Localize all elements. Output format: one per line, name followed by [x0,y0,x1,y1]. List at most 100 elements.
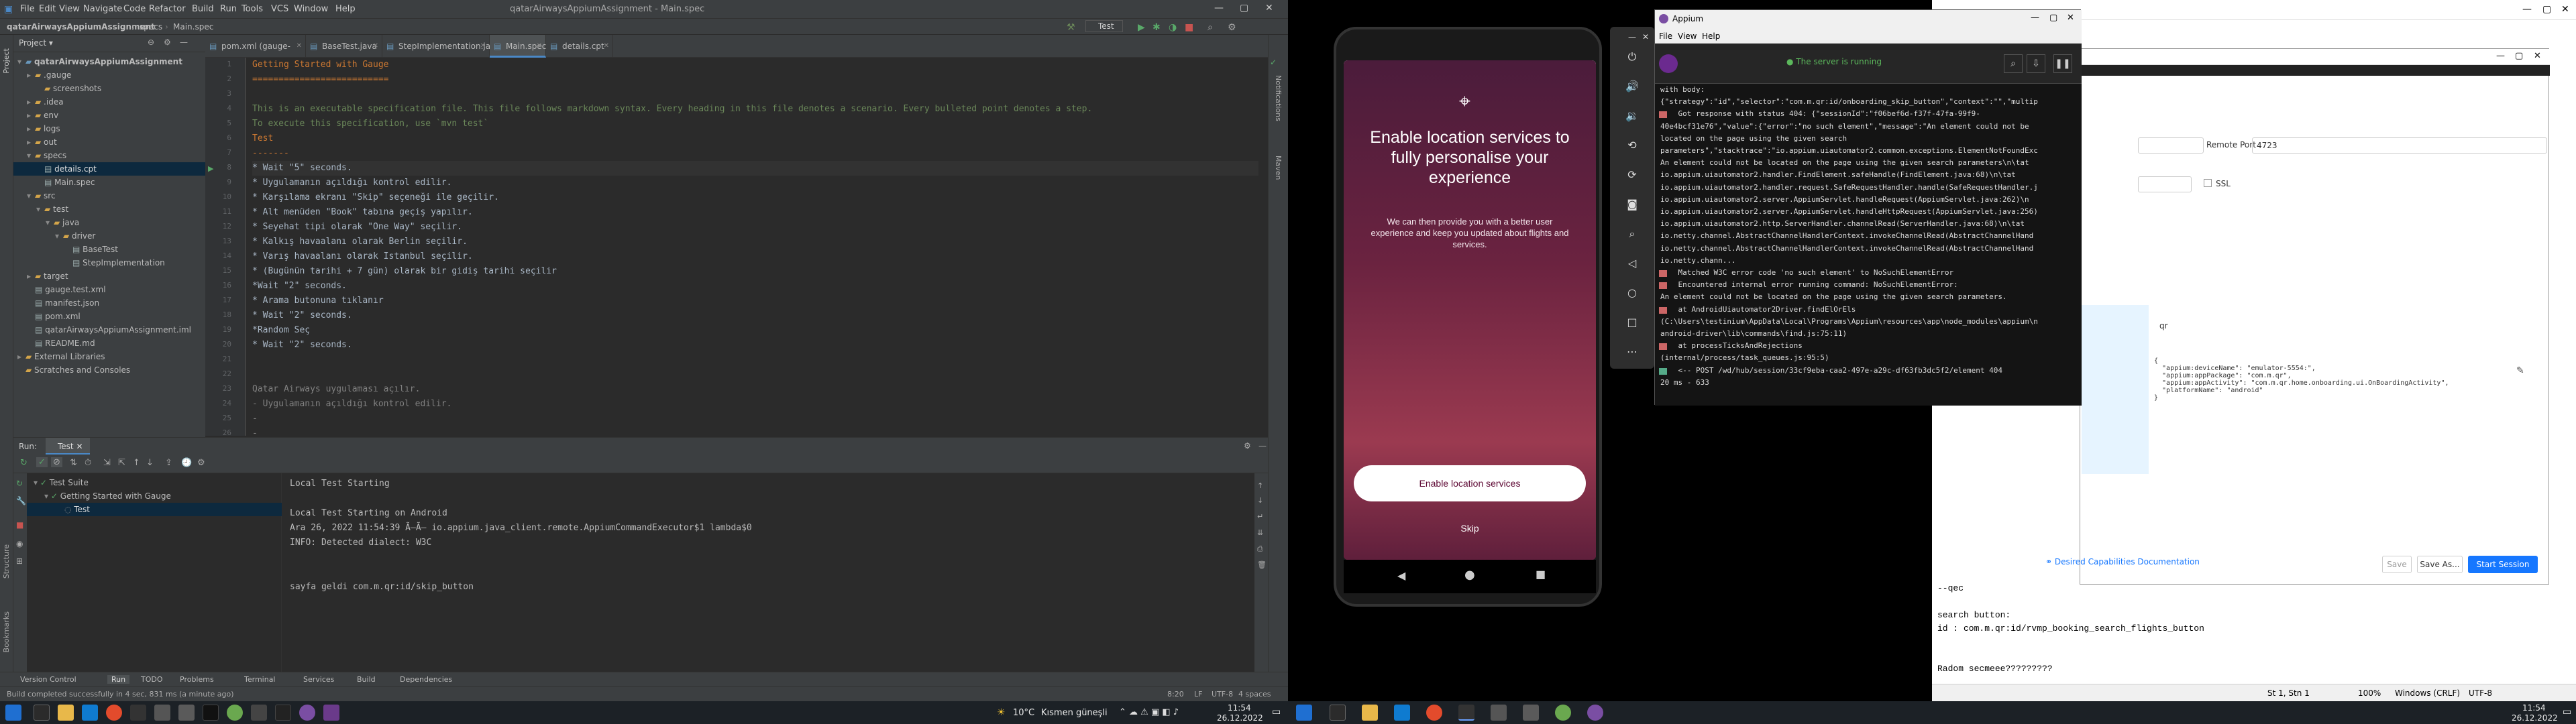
appium-log[interactable]: with body: {"strategy":"id","selector":"c… [1655,84,2082,406]
more-icon[interactable]: ⋯ [1625,345,1640,359]
line-separator[interactable]: LF [1194,690,1202,699]
weather-desc[interactable]: Kısmen güneşli [1041,708,1108,718]
prev-test-icon[interactable]: ↑ [133,458,140,468]
maximize-icon[interactable]: ▢ [2542,4,2551,15]
clock-time[interactable]: 11:54 [1228,703,1251,713]
run-config-select[interactable]: Test [1085,20,1123,32]
tool-tab-dependencies[interactable]: Dependencies [400,675,452,684]
tree-node[interactable]: ▾ ▰ specs [13,149,205,162]
gear-icon[interactable]: ⚙ [1244,441,1251,450]
tree-node[interactable]: ▸ ▰ target [13,269,205,283]
menu-navigate[interactable]: Navigate [83,4,122,14]
menu-help[interactable]: Help [335,4,356,14]
menu-edit[interactable]: Edit [39,4,56,14]
tool-tab-version-control[interactable]: Version Control [20,675,76,684]
next-test-icon[interactable]: ↓ [146,458,154,468]
tree-node[interactable]: ▸ ▰ env [13,109,205,122]
code-line[interactable]: * Seyehat tipi olarak "One Way" seçilir. [252,220,462,235]
mail-icon[interactable] [1394,705,1410,721]
editor-tab[interactable]: ▤ StepImplementation.java ✕ [382,35,500,58]
test-suite-node[interactable]: ▾ ✓ Test Suite [34,476,89,489]
print-icon[interactable]: ⎙ [1257,544,1263,554]
saved-caps-row[interactable] [2082,305,2149,474]
maximize-icon[interactable]: ▢ [2515,51,2523,61]
nav-recents-icon[interactable]: ■ [1536,568,1546,581]
close-tab-icon[interactable]: ✕ [373,35,378,58]
editor-tab[interactable]: ▤ details.cpt ✕ [546,35,613,58]
code-line[interactable]: *Random Seç [252,323,310,338]
coverage-icon[interactable]: ◑ [1169,22,1177,33]
appium-icon[interactable] [1587,705,1603,721]
test-spec-node[interactable]: ▾ ✓ Getting Started with Gauge [44,489,171,503]
mail-icon[interactable] [82,705,98,721]
zoom-icon[interactable]: ⌕ [1625,227,1640,241]
tree-expander-icon[interactable]: ▾ [46,216,54,229]
code-line[interactable]: * Arama butonuna tıklanır [252,294,384,308]
nav-back-icon[interactable]: ◀ [1397,569,1405,582]
tree-expander-icon[interactable]: ▸ [27,109,35,122]
rerun-icon[interactable]: ↻ [16,479,23,488]
search-icon[interactable]: ⌕ [1208,22,1213,33]
menu-window[interactable]: Window [294,4,328,14]
tree-expander-icon[interactable]: ▾ [27,149,35,162]
tree-expander-icon[interactable]: ▾ [55,229,63,243]
maximize-icon[interactable]: ▢ [1240,3,1248,13]
appium-menu-view[interactable]: View [1678,32,1697,41]
bookmarks-tool-tab[interactable]: Bookmarks [2,611,11,652]
weather-temp[interactable]: 10°C [1013,708,1034,718]
menu-refactor[interactable]: Refactor [149,4,186,14]
intellij-icon[interactable] [130,705,146,721]
appium-icon[interactable] [299,705,315,721]
tree-node[interactable]: ▤ README.md [13,337,205,350]
emulator-icon[interactable] [323,705,339,721]
tree-node[interactable]: ▤ StepImplementation [13,256,205,269]
run-gutter-icon[interactable]: ▶ [208,164,213,173]
app-icon[interactable] [1523,705,1539,721]
close-tab-icon[interactable]: ✕ [604,35,609,58]
minimize-icon[interactable]: — [2496,51,2505,61]
overview-icon[interactable]: □ [1625,315,1640,330]
volume-up-icon[interactable]: 🔊 [1625,79,1640,94]
indent[interactable]: 4 spaces [1238,690,1271,699]
tree-node[interactable]: ▤ pom.xml [13,310,205,323]
remote-path-input[interactable] [2138,176,2192,192]
rotate-right-icon[interactable]: ⟳ [1625,168,1640,182]
wrench-icon[interactable]: 🔧 [16,496,26,505]
tree-expander-icon[interactable]: ▸ [17,350,25,363]
tree-node[interactable]: ▰ Scratches and Consoles [13,363,205,377]
cursor-position[interactable]: 8:20 [1167,690,1184,699]
structure-tool-tab[interactable]: Structure [2,544,11,579]
start-session-button[interactable]: Start Session [2468,556,2538,573]
intellij-icon[interactable] [1458,705,1474,721]
collapse-all-icon[interactable]: ⊖ [148,38,154,47]
code-line[interactable]: This is an executable specification file… [252,102,1092,117]
clock-date[interactable]: 26.12.2022 [1217,713,1263,723]
rotate-left-icon[interactable]: ⟲ [1625,138,1640,153]
passed-filter-icon[interactable]: ✓ [36,457,48,467]
sort-duration-icon[interactable]: ⏱ [85,458,91,468]
editor-tab[interactable]: ▤ Main.spec ✕ [490,35,546,58]
run-tab-test[interactable]: Test ✕ [46,438,90,455]
maximize-icon[interactable]: ▢ [2049,13,2057,23]
pause-icon[interactable]: ❚❚ [2053,54,2072,73]
trash-icon[interactable]: 🗑 [1257,560,1267,569]
save-as-button[interactable]: Save As... [2417,556,2463,573]
tree-expander-icon[interactable]: ▸ [27,135,35,149]
hide-panel-icon[interactable]: — [1258,441,1267,450]
code-line[interactable]: * Alt menüden "Book" tabına geçiş yapılı… [252,205,473,220]
camera-icon[interactable]: ◉ [16,539,23,548]
tree-node[interactable]: ▤ Main.spec [13,176,205,189]
app-icon[interactable] [275,705,291,721]
chrome-icon[interactable] [1426,705,1442,721]
hide-panel-icon[interactable]: — [180,38,188,47]
ssl-checkbox[interactable] [2204,179,2212,187]
power-icon[interactable]: ⏻ [1625,50,1640,64]
tree-node[interactable]: ▤ qatarAirwaysAppiumAssignment.iml [13,323,205,337]
app-icon[interactable] [178,705,195,721]
menu-build[interactable]: Build [192,4,214,14]
edit-icon[interactable]: ✎ [2516,365,2524,376]
file-explorer-icon[interactable] [58,705,74,721]
remote-port-input[interactable]: 4723 [2252,137,2547,154]
code-line[interactable]: - Uygulamanın açıldığı kontrol edilir. [252,397,451,412]
project-tool-tab[interactable]: Project [2,48,11,74]
